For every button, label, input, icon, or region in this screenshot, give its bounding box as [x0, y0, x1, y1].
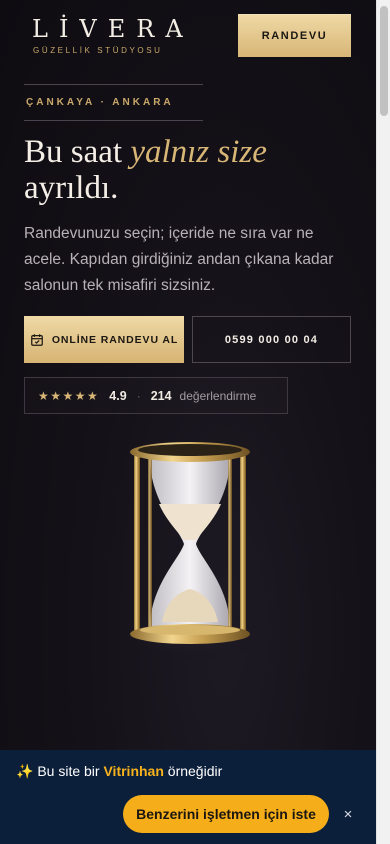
close-icon[interactable]: ×: [338, 804, 358, 824]
brand-tagline: GÜZELLİK STÜDYOSU: [33, 46, 163, 55]
hero-headline: Bu saat yalnız size ayrıldı.: [24, 134, 354, 206]
promo-prefix: Bu site bir: [37, 763, 104, 779]
review-count: 214: [150, 388, 172, 403]
sparkles-icon: ✨: [16, 763, 34, 779]
brand-name: LİVERA: [32, 15, 194, 43]
brand-logo[interactable]: LİVERA GÜZELLİK STÜDYOSU: [32, 15, 194, 55]
request-similar-button[interactable]: Benzerini işletmen için iste: [123, 795, 329, 833]
location-label: ÇANKAYA · ANKARA: [24, 84, 203, 121]
scrollbar-thumb[interactable]: [380, 6, 388, 116]
online-appointment-label: ONLİNE RANDEVU AL: [51, 333, 179, 346]
star-rating-icon: ★★★★★: [38, 388, 100, 403]
promo-banner-text: ✨ Bu site bir Vitrinhan örneğidir: [16, 763, 222, 780]
rating-separator: ·: [136, 388, 141, 403]
headline-start: Bu saat: [24, 134, 131, 170]
scrollbar[interactable]: [376, 0, 390, 844]
hero-description: Randevunuzu seçin; içeride ne sıra var n…: [24, 225, 334, 294]
headline-end: ayrıldı.: [24, 170, 119, 206]
header-appointment-button[interactable]: RANDEVU: [238, 14, 351, 57]
rating-badge: ★★★★★ 4.9 · 214 değerlendirme: [24, 377, 288, 414]
promo-brand[interactable]: Vitrinhan: [103, 763, 163, 779]
hourglass-illustration: [110, 442, 270, 662]
online-appointment-button[interactable]: ONLİNE RANDEVU AL: [24, 316, 184, 363]
page: LİVERA GÜZELLİK STÜDYOSU RANDEVU ÇANKAYA…: [0, 0, 376, 844]
calendar-icon: [30, 333, 43, 346]
headline-accent: yalnız size: [130, 134, 267, 170]
promo-suffix: örneğidir: [163, 763, 223, 779]
review-count-label: değerlendirme: [179, 388, 257, 403]
phone-call-button[interactable]: 0599 000 00 04: [192, 316, 351, 363]
rating-score: 4.9: [109, 388, 127, 403]
